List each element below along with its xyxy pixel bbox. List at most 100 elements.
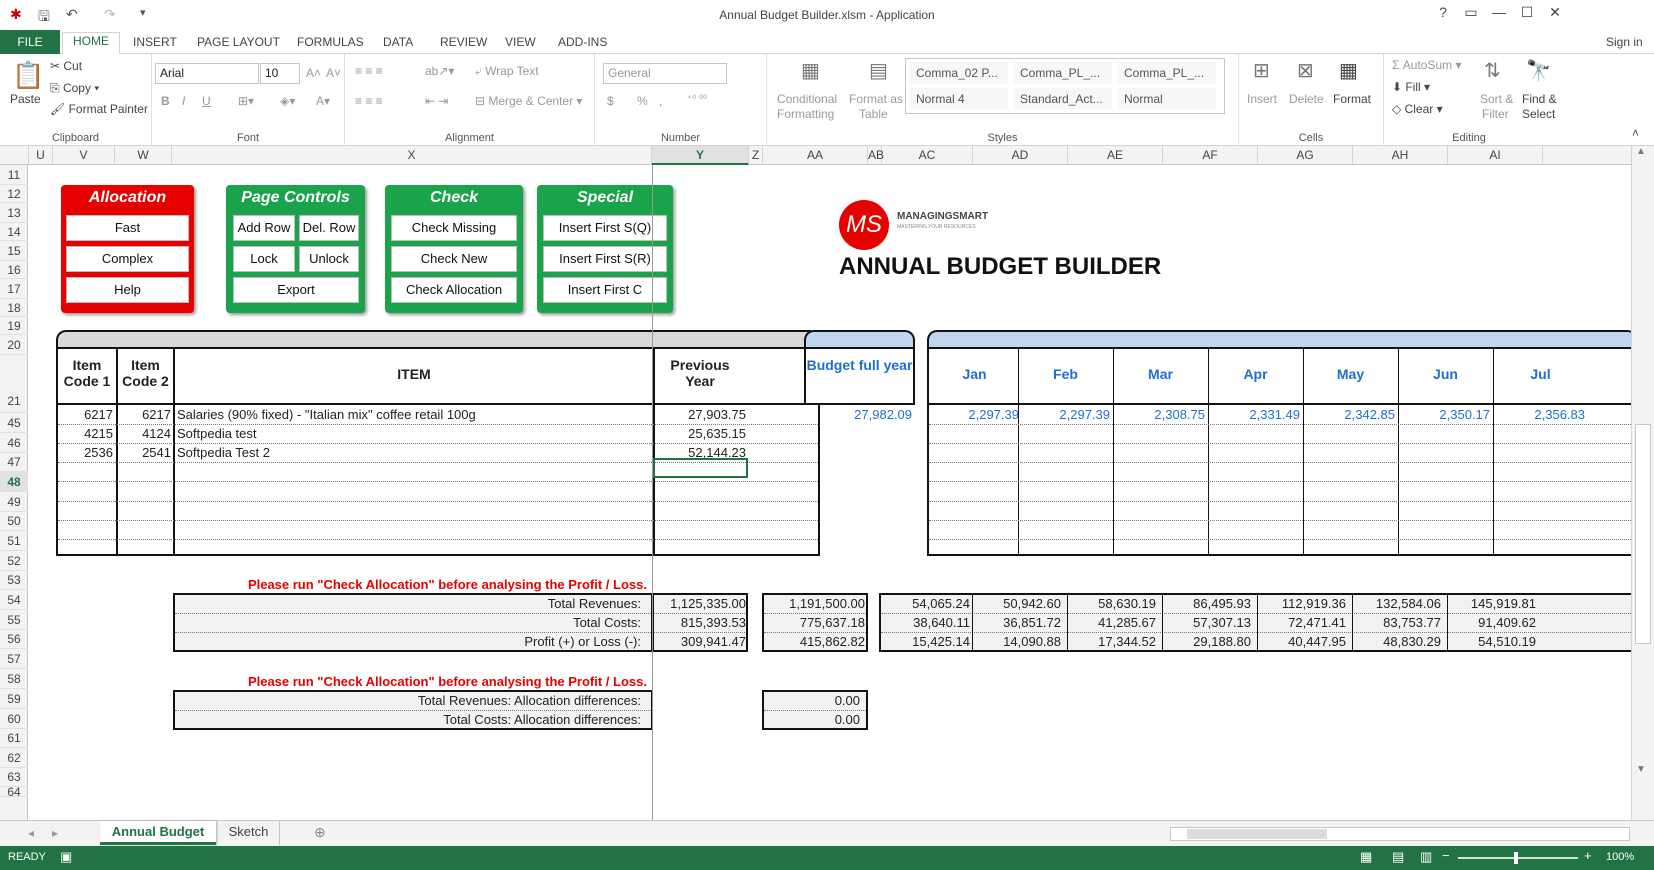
- font-size-select[interactable]: 10: [260, 63, 300, 84]
- row-header[interactable]: 14: [0, 223, 28, 241]
- del-row-button[interactable]: Del. Row: [299, 215, 359, 241]
- row-header[interactable]: 47: [0, 453, 28, 472]
- row-header[interactable]: 57: [0, 649, 28, 669]
- paste-icon[interactable]: 📋: [12, 60, 44, 91]
- cut-button[interactable]: ✂ Cut: [50, 59, 82, 73]
- totals-month-value[interactable]: 145,919.81: [1447, 596, 1536, 611]
- style-cell[interactable]: Standard_Act...: [1014, 88, 1112, 110]
- copy-button[interactable]: ⎘ Copy ▾: [50, 81, 99, 96]
- row-header[interactable]: 62: [0, 748, 28, 768]
- tab-add-ins[interactable]: ADD-INS: [548, 34, 617, 54]
- totals-month-value[interactable]: 72,471.41: [1257, 615, 1346, 630]
- tab-page-layout[interactable]: PAGE LAYOUT: [187, 34, 290, 54]
- horizontal-scroll-thumb[interactable]: [1187, 829, 1327, 839]
- totals-month-value[interactable]: 83,753.77: [1352, 615, 1441, 630]
- month-value-cell[interactable]: 2,297.39: [927, 407, 1019, 422]
- find-select-button[interactable]: Find &: [1522, 92, 1557, 106]
- scroll-down-icon[interactable]: ▼: [1636, 764, 1646, 775]
- select-all-corner[interactable]: [0, 146, 29, 165]
- lock-button[interactable]: Lock: [233, 246, 295, 272]
- add-row-button[interactable]: Add Row: [233, 215, 295, 241]
- column-header[interactable]: X: [172, 146, 652, 165]
- row-header[interactable]: 52: [0, 551, 28, 571]
- number-format-select[interactable]: General: [603, 63, 727, 84]
- row-header[interactable]: 49: [0, 492, 28, 512]
- totals-month-value[interactable]: 86,495.93: [1162, 596, 1251, 611]
- normal-view-icon[interactable]: ▦: [1360, 849, 1372, 865]
- row-header[interactable]: 56: [0, 630, 28, 649]
- fill-color-icon[interactable]: ◈▾: [280, 94, 295, 108]
- row-header[interactable]: 64: [0, 786, 28, 798]
- active-cell[interactable]: [653, 458, 748, 478]
- insert-first-sr-button[interactable]: Insert First S(R): [543, 246, 667, 272]
- alloc-diff-value[interactable]: 0.00: [764, 712, 860, 727]
- column-header[interactable]: AI: [1448, 146, 1543, 165]
- row-header[interactable]: 12: [0, 185, 28, 203]
- item-code-2-cell[interactable]: 6217: [118, 407, 171, 422]
- vertical-scrollbar[interactable]: ▲ ▼: [1631, 146, 1654, 820]
- style-cell[interactable]: Comma_PL_...: [1014, 62, 1112, 84]
- insert-first-sq-button[interactable]: Insert First S(Q): [543, 215, 667, 241]
- format-as-table-icon[interactable]: ▤: [869, 58, 888, 83]
- totals-month-value[interactable]: 40,447.95: [1257, 634, 1346, 649]
- font-name-select[interactable]: Arial: [155, 63, 259, 84]
- currency-button[interactable]: $: [607, 94, 614, 108]
- alloc-diff-value[interactable]: 0.00: [764, 693, 860, 708]
- tab-review[interactable]: REVIEW: [430, 34, 497, 54]
- item-name-cell[interactable]: Softpedia Test 2: [177, 445, 651, 460]
- zoom-slider[interactable]: [1458, 852, 1578, 864]
- horizontal-scrollbar[interactable]: [1170, 827, 1630, 841]
- bold-button[interactable]: B: [161, 94, 170, 108]
- row-header[interactable]: 16: [0, 261, 28, 279]
- insert-cells-button[interactable]: Insert: [1247, 92, 1277, 106]
- clear-button[interactable]: ◇ Clear ▾: [1392, 102, 1443, 116]
- unlock-button[interactable]: Unlock: [299, 246, 359, 272]
- italic-button[interactable]: I: [182, 94, 185, 108]
- totals-month-value[interactable]: 132,584.06: [1352, 596, 1441, 611]
- help-button[interactable]: Help: [66, 277, 189, 303]
- totals-month-value[interactable]: 15,425.14: [881, 634, 970, 649]
- item-code-1-cell[interactable]: 6217: [58, 407, 113, 422]
- insert-cells-icon[interactable]: ⊞: [1253, 58, 1270, 83]
- delete-cells-button[interactable]: Delete: [1289, 92, 1324, 106]
- format-cells-icon[interactable]: ▦: [1339, 58, 1358, 83]
- totals-month-value[interactable]: 54,065.24: [881, 596, 970, 611]
- row-header[interactable]: 50: [0, 512, 28, 531]
- sign-in-link[interactable]: Sign in: [1606, 34, 1643, 54]
- help-button[interactable]: ?: [1430, 4, 1456, 20]
- row-header[interactable]: 48: [0, 472, 28, 492]
- check-new-button[interactable]: Check New: [391, 246, 517, 272]
- totals-prev-value[interactable]: 309,941.47: [655, 634, 746, 649]
- fill-button[interactable]: ⬇ Fill ▾: [1392, 80, 1430, 94]
- row-header[interactable]: 18: [0, 299, 28, 317]
- conditional-formatting-icon[interactable]: ▦: [801, 58, 820, 83]
- column-header[interactable]: AD: [973, 146, 1068, 165]
- column-header[interactable]: V: [53, 146, 115, 165]
- style-cell[interactable]: Normal: [1118, 88, 1216, 110]
- column-header[interactable]: W: [115, 146, 172, 165]
- insert-first-c-button[interactable]: Insert First C: [543, 277, 667, 303]
- style-cell[interactable]: Comma_02 P...: [910, 62, 1008, 84]
- sort-filter-button[interactable]: Sort &: [1480, 92, 1513, 106]
- item-code-1-cell[interactable]: 2536: [58, 445, 113, 460]
- worksheet[interactable]: Allocation Fast Complex Help Page Contro…: [29, 165, 1631, 820]
- style-cell[interactable]: Comma_PL_...: [1118, 62, 1216, 84]
- close-icon[interactable]: ✕: [1542, 4, 1568, 21]
- row-header[interactable]: 21: [0, 355, 28, 413]
- month-value-cell[interactable]: 2,331.49: [1208, 407, 1300, 422]
- row-header[interactable]: 59: [0, 689, 28, 709]
- totals-month-value[interactable]: 29,188.80: [1162, 634, 1251, 649]
- merge-center-button[interactable]: ⊟ Merge & Center ▾: [475, 94, 582, 108]
- row-header[interactable]: 60: [0, 709, 28, 729]
- totals-prev-value[interactable]: 815,393.53: [655, 615, 746, 630]
- indent-icon[interactable]: ⇤ ⇥: [425, 94, 448, 108]
- totals-month-value[interactable]: 57,307.13: [1162, 615, 1251, 630]
- increase-decimal-icon[interactable]: ⁺⁰ ⁰⁰: [687, 94, 707, 105]
- minimize-icon[interactable]: —: [1486, 4, 1512, 20]
- next-sheet-icon[interactable]: ▸: [52, 826, 58, 840]
- tab-home[interactable]: HOME: [62, 32, 120, 55]
- column-header[interactable]: AB: [868, 146, 884, 165]
- sheet-tab-annual-budget[interactable]: Annual Budget: [100, 821, 216, 845]
- row-header[interactable]: 55: [0, 610, 28, 630]
- underline-button[interactable]: U: [202, 94, 211, 108]
